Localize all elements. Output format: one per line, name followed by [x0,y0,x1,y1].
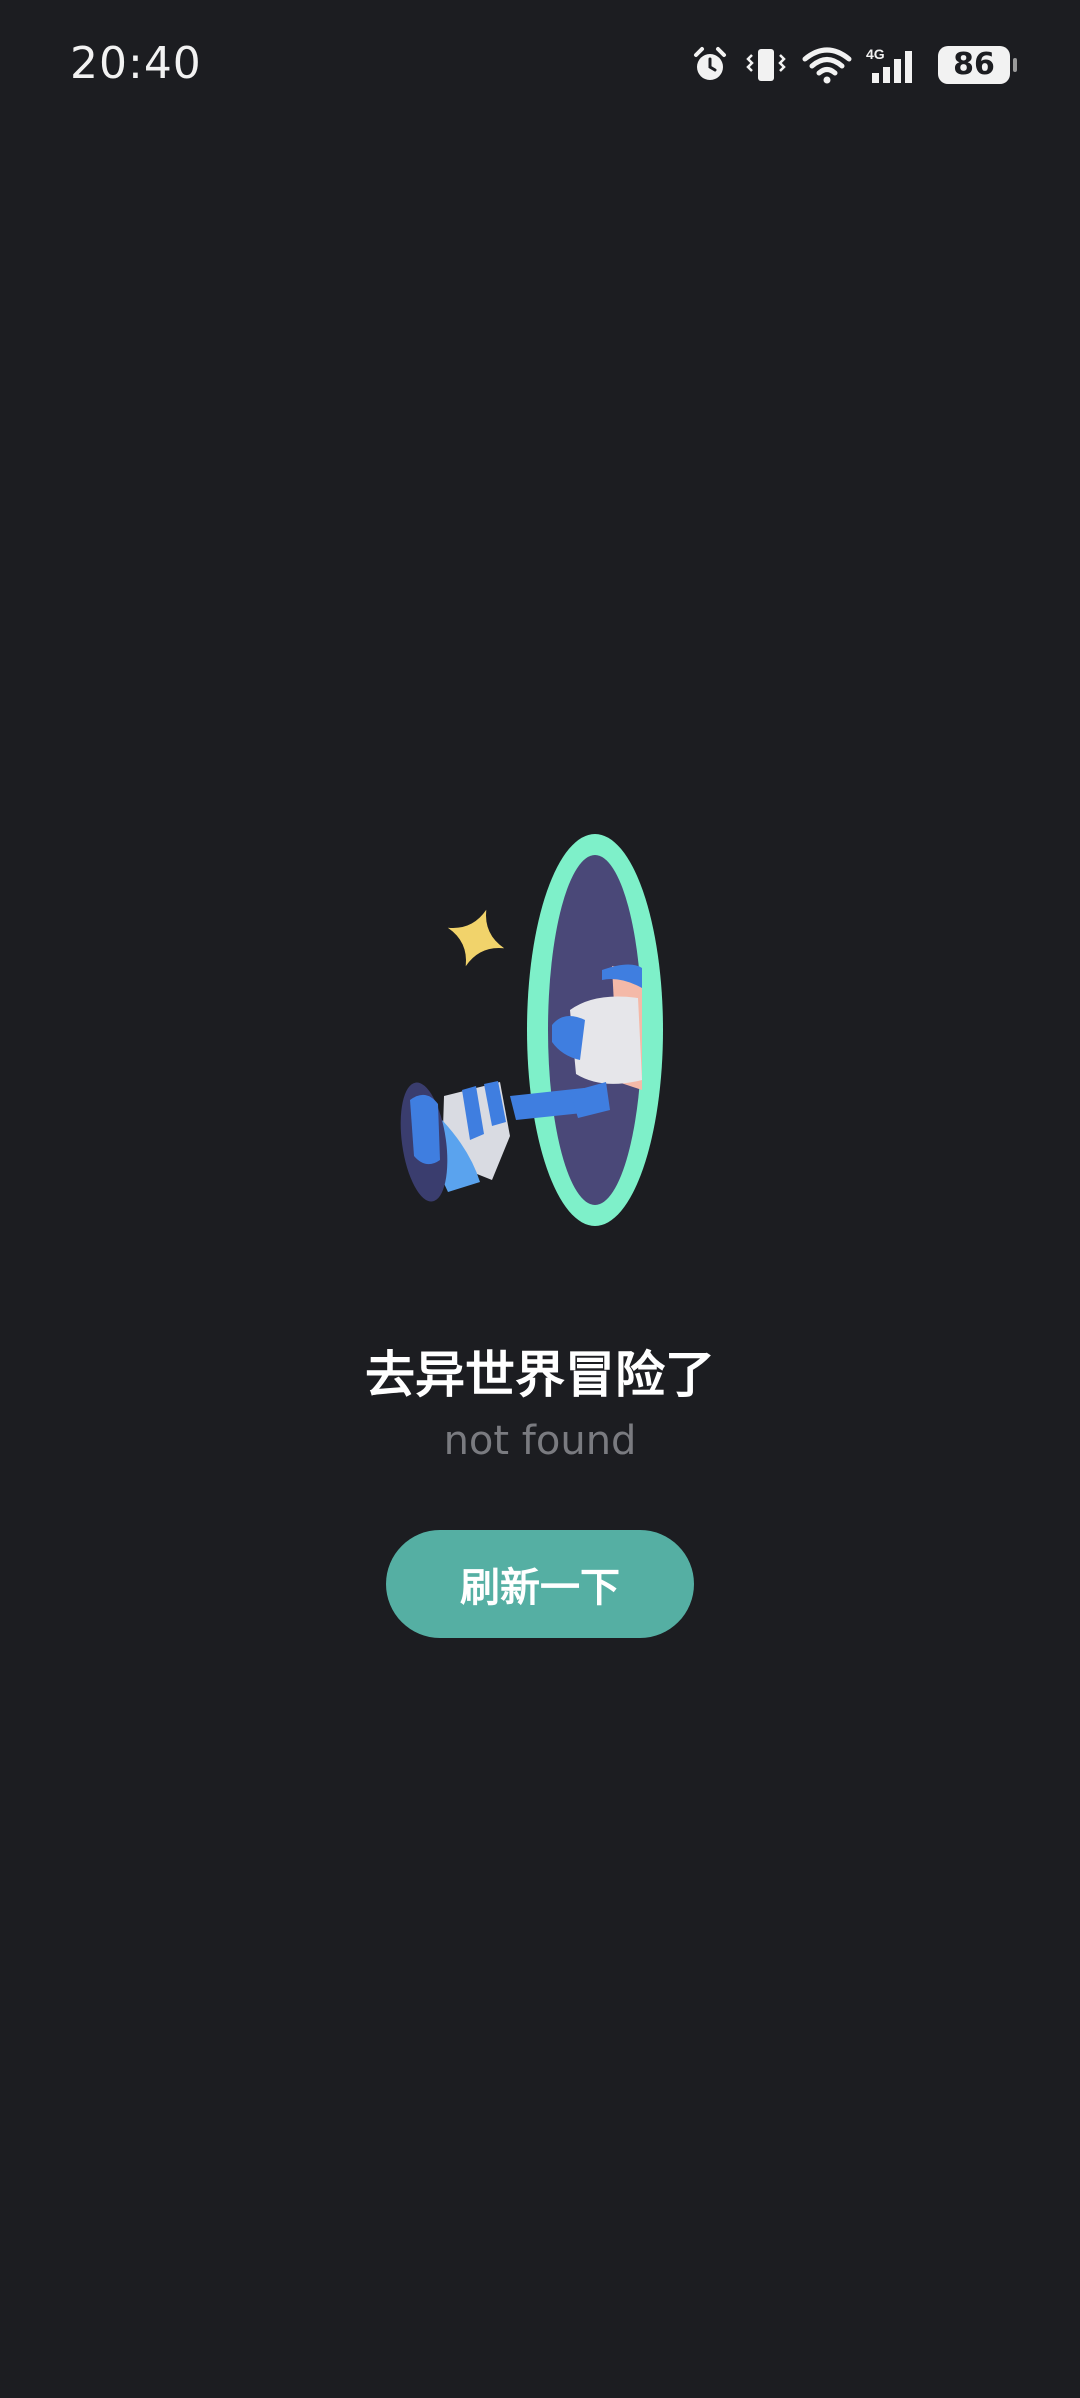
error-title: 去异世界冒险了 [365,1346,715,1404]
cellular-signal-icon: 4G [866,45,924,85]
portal-leg-illustration [380,820,700,1260]
wifi-icon [802,45,852,85]
sparkle-icon [447,909,505,967]
status-bar: 20:40 4G 86 [0,0,1080,130]
error-subtitle: not found [443,1418,637,1464]
status-time: 20:40 [70,38,202,89]
network-type-label: 4G [866,46,885,62]
vibrate-icon [744,45,788,85]
refresh-button[interactable]: 刷新一下 [386,1530,694,1638]
battery-level: 86 [953,47,995,82]
battery-cap [1013,58,1017,72]
battery-icon: 86 [938,46,1017,84]
status-icons: 4G 86 [690,40,1017,90]
alarm-icon [690,45,730,85]
